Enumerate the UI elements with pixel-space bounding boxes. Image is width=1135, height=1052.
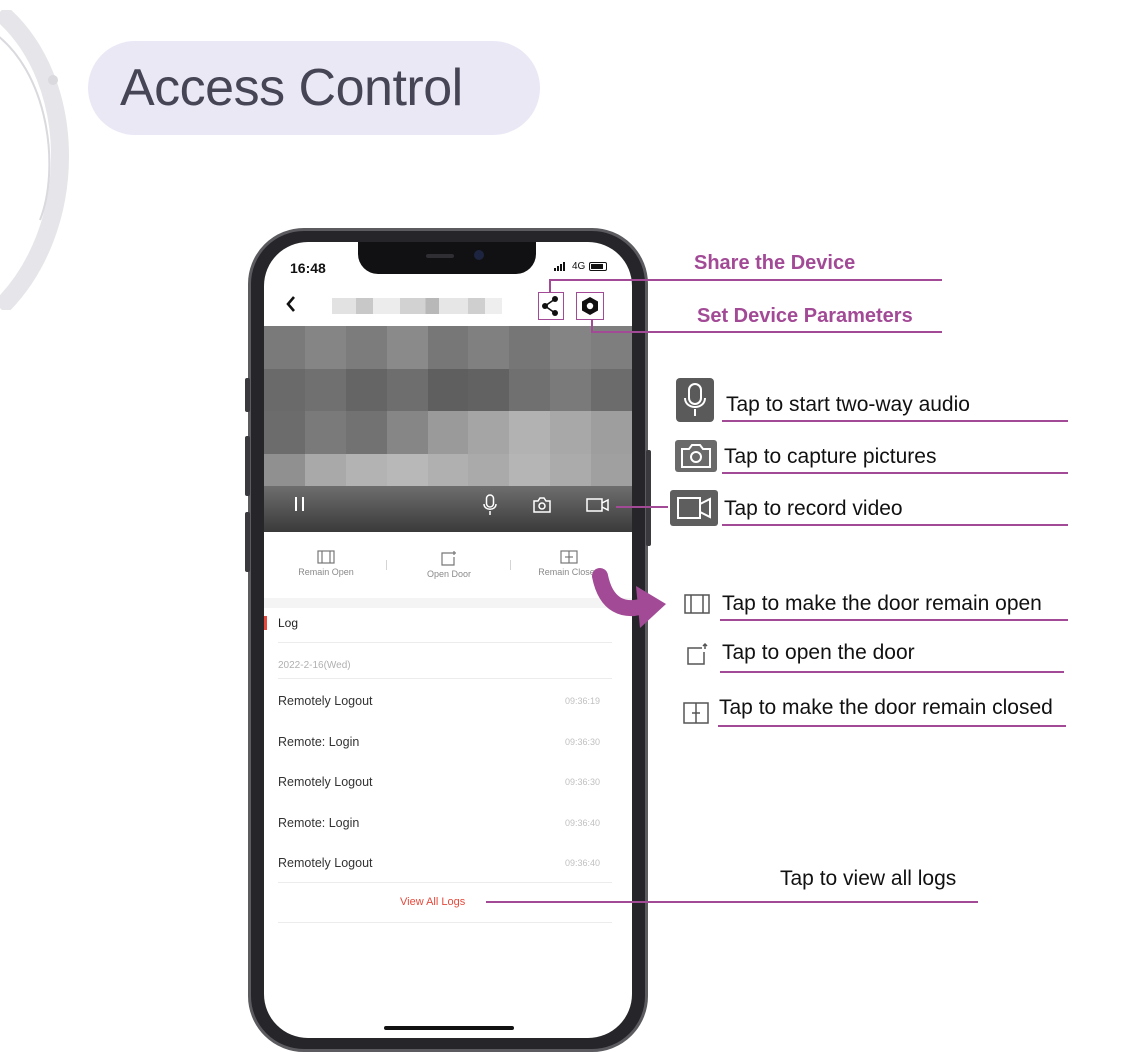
phone-side-button (245, 378, 250, 412)
annotation-audio: Tap to start two-way audio (726, 393, 970, 416)
divider (278, 922, 612, 923)
phone-power-button (646, 450, 651, 546)
phone-notch (358, 242, 536, 274)
log-entry[interactable]: Remote: Login 09:36:40 (278, 816, 600, 830)
log-entry[interactable]: Remotely Logout 09:36:40 (278, 856, 600, 870)
video-record-icon (670, 490, 718, 526)
log-date: 2022-2-16(Wed) (278, 660, 351, 671)
home-indicator[interactable] (384, 1026, 514, 1030)
door-icon (441, 551, 456, 566)
section-gap (264, 598, 632, 608)
divider (278, 678, 612, 679)
door-closed-icon (683, 702, 709, 724)
underline (722, 524, 1068, 526)
status-indicators: 4G (554, 261, 608, 272)
annotation-capture: Tap to capture pictures (724, 445, 937, 468)
log-time: 09:36:30 (564, 777, 600, 787)
log-time: 09:36:40 (564, 818, 600, 828)
share-icon (542, 296, 558, 316)
live-video[interactable] (264, 326, 632, 532)
phone-volume-down (245, 512, 250, 572)
microphone-icon (676, 378, 714, 422)
log-event: Remotely Logout (278, 775, 373, 789)
underline (722, 420, 1068, 422)
microphone-icon[interactable] (482, 494, 498, 516)
chevron-left-icon[interactable] (284, 294, 298, 314)
remain-open-label: Remain Open (298, 567, 354, 577)
underline (612, 901, 978, 903)
log-event: Remote: Login (278, 816, 360, 830)
underline (720, 619, 1068, 621)
tab-indicator (264, 616, 267, 630)
camera-icon (675, 440, 717, 472)
remain-closed-label: Remain Closed (538, 567, 600, 577)
log-time: 09:36:19 (564, 696, 600, 706)
separator (510, 560, 511, 570)
log-entry[interactable]: Remote: Login 09:36:30 (278, 735, 600, 749)
separator (386, 560, 387, 570)
pause-icon[interactable] (294, 496, 306, 512)
status-time: 16:48 (290, 260, 326, 276)
divider (278, 642, 612, 643)
camera-icon[interactable] (532, 496, 552, 514)
underline (720, 671, 1064, 673)
phone-screen: 16:48 4G Remain Open Open Door Remain Cl… (264, 242, 632, 1038)
log-time: 09:36:30 (564, 737, 600, 747)
settings-button[interactable] (576, 292, 604, 320)
battery-icon (589, 262, 608, 271)
page-title: Access Control (120, 59, 463, 117)
open-door-button[interactable]: Open Door (414, 550, 484, 579)
underline (722, 472, 1068, 474)
log-event: Remote: Login (278, 735, 360, 749)
share-button[interactable] (538, 292, 564, 320)
door-open-icon (684, 594, 710, 614)
gear-icon (582, 297, 598, 315)
log-event: Remotely Logout (278, 856, 373, 870)
log-entry[interactable]: Remotely Logout 09:36:19 (278, 694, 600, 708)
view-all-logs-link[interactable]: View All Logs (400, 896, 465, 908)
annotation-remain-closed: Tap to make the door remain closed (719, 696, 1053, 719)
divider (278, 882, 612, 883)
front-camera (474, 250, 484, 260)
video-control-bar (264, 486, 632, 532)
annotation-settings: Set Device Parameters (697, 305, 913, 327)
open-door-label: Open Door (426, 569, 472, 579)
log-time: 09:36:40 (564, 858, 600, 868)
annotation-view-logs: Tap to view all logs (780, 867, 957, 890)
remain-open-button[interactable]: Remain Open (288, 550, 364, 577)
remain-closed-button[interactable]: Remain Closed (528, 550, 610, 577)
annotation-share: Share the Device (694, 252, 856, 274)
door-icon (687, 642, 708, 665)
tab-log[interactable]: Log (278, 616, 298, 630)
door-control-row: Remain Open Open Door Remain Closed (264, 542, 632, 598)
annotation-remain-open: Tap to make the door remain open (722, 592, 1042, 615)
door-closed-icon (560, 550, 578, 564)
video-mosaic (264, 326, 632, 496)
log-event: Remotely Logout (278, 694, 373, 708)
door-open-icon (317, 550, 335, 564)
network-label: 4G (572, 261, 586, 272)
log-entry[interactable]: Remotely Logout 09:36:30 (278, 775, 600, 789)
device-name-blurred (332, 298, 502, 314)
decorative-arc (0, 10, 69, 310)
underline (718, 725, 1066, 727)
annotation-record: Tap to record video (724, 497, 903, 520)
signal-icon (554, 262, 565, 271)
phone-volume-up (245, 436, 250, 496)
speaker-grille (426, 254, 454, 258)
annotation-open-door: Tap to open the door (722, 641, 915, 664)
video-record-icon[interactable] (586, 497, 610, 513)
